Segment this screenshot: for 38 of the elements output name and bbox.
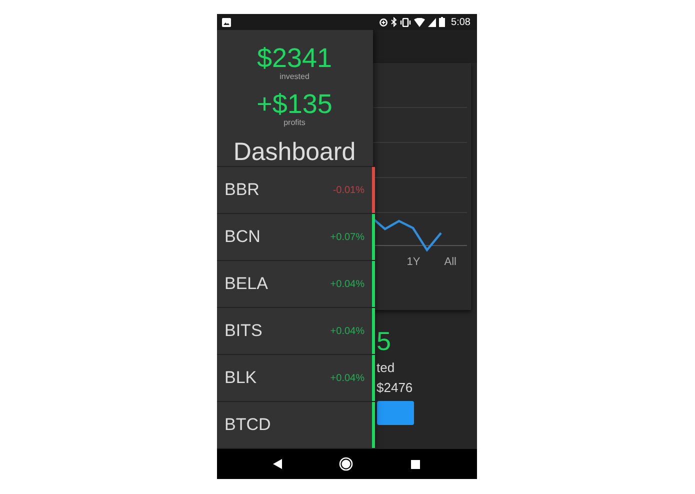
drawer-title: Dashboard bbox=[233, 138, 356, 166]
coin-symbol: BCN bbox=[224, 227, 260, 247]
invested-amount: $2341 bbox=[256, 44, 332, 72]
coin-change: +0.07% bbox=[330, 232, 364, 242]
coin-symbol: BITS bbox=[224, 321, 262, 341]
coin-row[interactable]: BCN +0.07% bbox=[216, 214, 372, 261]
bluetooth-icon bbox=[391, 17, 398, 27]
coin-symbol: BTCD bbox=[224, 415, 271, 435]
profits-label: profits bbox=[284, 118, 306, 128]
coin-change: +0.04% bbox=[330, 278, 364, 290]
image-icon bbox=[222, 18, 230, 26]
battery-icon bbox=[439, 17, 446, 27]
coin-row[interactable]: BELA +0.04% bbox=[216, 261, 372, 308]
summary-value: $2476 bbox=[376, 380, 413, 395]
summary-caption: ted bbox=[376, 360, 395, 375]
coin-row[interactable]: BTCD bbox=[216, 402, 372, 449]
coin-symbol: BLK bbox=[224, 368, 257, 388]
coin-symbol: BELA bbox=[224, 274, 268, 294]
profits-amount: +$135 bbox=[256, 90, 332, 118]
coin-symbol: BBR bbox=[224, 180, 260, 200]
coin-change: -0.01% bbox=[332, 184, 364, 196]
invested-label: invested bbox=[280, 72, 310, 82]
coin-row[interactable]: BBR -0.01% bbox=[216, 167, 372, 214]
wifi-icon bbox=[414, 18, 426, 26]
vibrate-icon bbox=[400, 18, 412, 26]
status-time: 5:08 bbox=[451, 16, 470, 28]
range-tab[interactable]: 1Y bbox=[406, 256, 420, 268]
coin-change: +0.04% bbox=[330, 372, 364, 384]
signal-icon bbox=[428, 18, 436, 26]
range-tab[interactable]: All bbox=[444, 256, 456, 268]
summary-amount: 5 bbox=[376, 328, 391, 354]
coin-row[interactable]: BLK +0.04% bbox=[216, 355, 372, 402]
coin-row[interactable]: BITS +0.04% bbox=[216, 308, 372, 355]
coin-change: +0.04% bbox=[330, 326, 364, 336]
data-saver-icon bbox=[379, 18, 388, 26]
back-icon[interactable] bbox=[273, 459, 282, 469]
recents-icon[interactable] bbox=[410, 460, 420, 468]
home-icon[interactable] bbox=[339, 457, 354, 471]
